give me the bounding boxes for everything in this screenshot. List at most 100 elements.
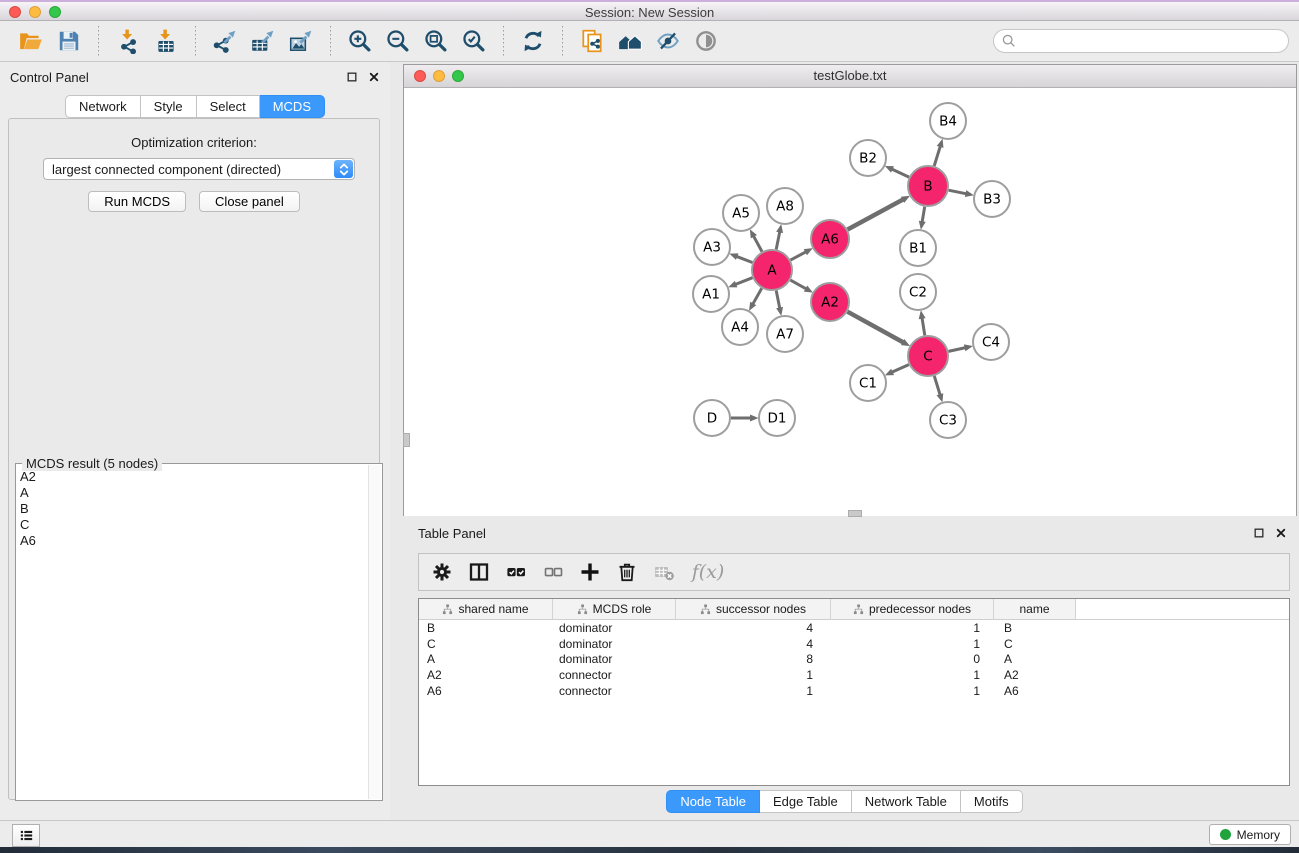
edge-A-A7[interactable] <box>776 291 780 309</box>
result-item-a[interactable]: A <box>20 485 366 501</box>
graph-node-a6[interactable]: A6 <box>811 220 849 258</box>
tab-mcds[interactable]: MCDS <box>260 95 325 118</box>
graph-node-a5[interactable]: A5 <box>723 195 759 231</box>
column-header-name[interactable]: name <box>994 599 1076 619</box>
float-table-panel-icon[interactable] <box>1253 527 1265 539</box>
edge-A-A2[interactable] <box>790 280 806 289</box>
cell-MCDS-role[interactable]: connector <box>553 684 676 698</box>
graph-node-a2[interactable]: A2 <box>811 283 849 321</box>
graph-node-b1[interactable]: B1 <box>900 230 936 266</box>
select-all-icon[interactable] <box>501 557 530 587</box>
result-item-c[interactable]: C <box>20 517 366 533</box>
graph-node-d1[interactable]: D1 <box>759 400 795 436</box>
refresh-icon[interactable] <box>518 26 548 56</box>
splitter-handle-left[interactable] <box>403 433 410 447</box>
close-table-panel-icon[interactable] <box>1275 527 1287 539</box>
tab-network[interactable]: Network <box>65 95 141 118</box>
cell-predecessor-nodes[interactable]: 1 <box>831 668 994 682</box>
cell-successor-nodes[interactable]: 1 <box>676 684 831 698</box>
graph-node-c3[interactable]: C3 <box>930 402 966 438</box>
result-item-b[interactable]: B <box>20 501 366 517</box>
tab-node-table[interactable]: Node Table <box>666 790 760 813</box>
cell-shared-name[interactable]: A <box>419 652 553 666</box>
graph-node-d[interactable]: D <box>694 400 730 436</box>
table-row-c[interactable]: Cdominator41C <box>419 636 1289 652</box>
cell-name[interactable]: A <box>994 652 1076 666</box>
criterion-dropdown[interactable]: largest connected component (directed) <box>43 158 355 180</box>
cell-successor-nodes[interactable]: 4 <box>676 637 831 651</box>
show-panels-icon[interactable] <box>691 26 721 56</box>
splitter-handle-bottom[interactable] <box>848 510 862 517</box>
home-icon[interactable] <box>615 26 645 56</box>
clone-network-icon[interactable] <box>577 26 607 56</box>
column-header-predecessor-nodes[interactable]: predecessor nodes <box>831 599 994 619</box>
table-row-a2[interactable]: A2connector11A2 <box>419 667 1289 683</box>
edge-C-C4[interactable] <box>949 348 966 352</box>
deselect-all-icon[interactable] <box>538 557 567 587</box>
table-row-a[interactable]: Adominator80A <box>419 652 1289 668</box>
run-mcds-button[interactable]: Run MCDS <box>88 191 186 212</box>
network-canvas[interactable]: ABCA2A6A1A3A4A5A7A8B1B2B3B4C1C2C3C4DD1 <box>404 88 1296 516</box>
cell-predecessor-nodes[interactable]: 1 <box>831 621 994 635</box>
edge-B-B3[interactable] <box>949 190 967 194</box>
graph-node-b2[interactable]: B2 <box>850 140 886 176</box>
network-zoom-button[interactable] <box>452 70 464 82</box>
edge-A-A6[interactable] <box>791 252 807 260</box>
graph-node-a1[interactable]: A1 <box>693 276 729 312</box>
edge-B-B2[interactable] <box>892 169 909 177</box>
search-input[interactable] <box>1017 31 1288 51</box>
result-item-a2[interactable]: A2 <box>20 469 366 485</box>
edge-A-A8[interactable] <box>776 232 780 250</box>
graph-node-a8[interactable]: A8 <box>767 188 803 224</box>
network-minimize-button[interactable] <box>433 70 445 82</box>
cell-name[interactable]: A6 <box>994 684 1076 698</box>
tab-motifs[interactable]: Motifs <box>961 790 1023 813</box>
graph-node-a[interactable]: A <box>752 250 792 290</box>
graph-node-b[interactable]: B <box>908 166 948 206</box>
graph-node-a7[interactable]: A7 <box>767 316 803 352</box>
graph-node-c2[interactable]: C2 <box>900 274 936 310</box>
cell-name[interactable]: C <box>994 637 1076 651</box>
task-history-button[interactable] <box>12 824 40 847</box>
graph-node-c4[interactable]: C4 <box>973 324 1009 360</box>
hide-panels-icon[interactable] <box>653 26 683 56</box>
edge-A-A3[interactable] <box>736 256 752 262</box>
column-header-MCDS-role[interactable]: MCDS role <box>553 599 676 619</box>
graph-node-c1[interactable]: C1 <box>850 365 886 401</box>
close-panel-icon[interactable] <box>368 71 380 83</box>
cell-MCDS-role[interactable]: dominator <box>553 652 676 666</box>
cell-MCDS-role[interactable]: connector <box>553 668 676 682</box>
cell-successor-nodes[interactable]: 4 <box>676 621 831 635</box>
edge-B-B4[interactable] <box>934 146 940 166</box>
gear-icon[interactable] <box>427 557 456 587</box>
tab-select[interactable]: Select <box>197 95 260 118</box>
save-icon[interactable] <box>54 26 84 56</box>
cell-shared-name[interactable]: A2 <box>419 668 553 682</box>
edge-A-A5[interactable] <box>753 236 762 252</box>
edge-A-A1[interactable] <box>735 278 752 285</box>
edge-A6-B[interactable] <box>848 199 904 229</box>
table-row-b[interactable]: Bdominator41B <box>419 620 1289 636</box>
edge-C-C2[interactable] <box>922 318 925 336</box>
edge-C-C3[interactable] <box>934 376 940 395</box>
delete-row-icon[interactable] <box>612 557 641 587</box>
column-header-successor-nodes[interactable]: successor nodes <box>676 599 831 619</box>
export-network-icon[interactable] <box>210 26 240 56</box>
graph-node-a3[interactable]: A3 <box>694 229 730 265</box>
cell-predecessor-nodes[interactable]: 0 <box>831 652 994 666</box>
edge-A2-C[interactable] <box>848 312 904 343</box>
result-scrollbar[interactable] <box>368 465 381 799</box>
graph-node-c[interactable]: C <box>908 336 948 376</box>
table-row-a6[interactable]: A6connector11A6 <box>419 683 1289 699</box>
memory-button[interactable]: Memory <box>1209 824 1291 845</box>
cell-successor-nodes[interactable]: 8 <box>676 652 831 666</box>
cell-successor-nodes[interactable]: 1 <box>676 668 831 682</box>
cell-name[interactable]: B <box>994 621 1076 635</box>
tab-edge-table[interactable]: Edge Table <box>760 790 852 813</box>
network-close-button[interactable] <box>414 70 426 82</box>
zoom-in-icon[interactable] <box>345 26 375 56</box>
zoom-out-icon[interactable] <box>383 26 413 56</box>
edge-C-C1[interactable] <box>892 365 909 373</box>
tab-network-table[interactable]: Network Table <box>852 790 961 813</box>
graph-node-b4[interactable]: B4 <box>930 103 966 139</box>
